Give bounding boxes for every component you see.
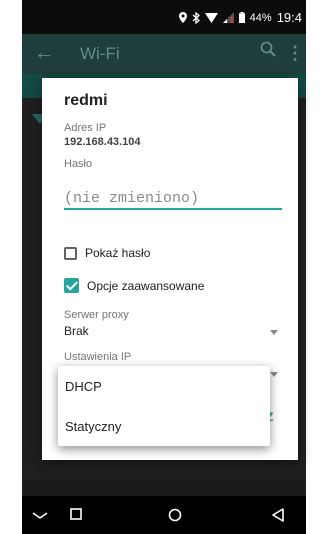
search-icon[interactable] — [260, 41, 276, 57]
dropdown-option-static[interactable]: Statyczny — [65, 419, 121, 434]
clock: 19:4 — [276, 10, 302, 25]
app-bar: ← Wi-Fi ⋮ — [22, 34, 306, 74]
battery-percent: 44% — [249, 11, 272, 24]
wifi-icon — [204, 12, 218, 23]
proxy-label: Serwer proxy — [64, 309, 129, 321]
navigation-bar — [22, 496, 306, 534]
checkbox-unchecked-icon[interactable] — [64, 246, 77, 260]
advanced-options-label: Opcje zaawansowane — [87, 278, 205, 293]
bluetooth-icon — [192, 11, 200, 24]
ip-settings-label: Ustawienia IP — [64, 351, 132, 363]
show-password-label: Pokaż hasło — [85, 246, 151, 260]
hide-keyboard-icon[interactable] — [32, 512, 48, 520]
show-password-checkbox[interactable]: Pokaż hasło — [64, 246, 150, 260]
battery-icon — [238, 12, 245, 23]
more-options-icon[interactable]: ⋮ — [286, 43, 304, 64]
dropdown-arrow-icon — [270, 372, 278, 377]
back-triangle-icon[interactable] — [272, 508, 284, 522]
ip-settings-dropdown: DHCP Statyczny — [58, 366, 270, 446]
password-label: Hasło — [64, 158, 93, 170]
dialog-title: redmi — [64, 92, 108, 109]
proxy-value: Brak — [64, 324, 89, 338]
dropdown-option-dhcp[interactable]: DHCP — [65, 379, 102, 394]
ip-address-value: 192.168.43.104 — [64, 136, 141, 148]
home-circle-icon[interactable] — [168, 508, 182, 522]
dropdown-arrow-icon — [270, 330, 278, 335]
proxy-select[interactable]: Brak — [64, 321, 282, 343]
app-bar-title: Wi-Fi — [80, 44, 120, 63]
back-arrow-icon[interactable]: ← — [34, 42, 54, 65]
checkbox-checked-icon[interactable] — [64, 278, 79, 293]
location-icon — [178, 12, 187, 23]
square-icon[interactable] — [70, 508, 82, 520]
status-bar: 44% 19:4 — [22, 0, 306, 34]
ip-address-label: Adres IP — [64, 122, 107, 134]
advanced-options-checkbox[interactable]: Opcje zaawansowane — [64, 278, 204, 293]
password-input[interactable] — [64, 188, 282, 210]
signal-icon — [222, 12, 234, 23]
